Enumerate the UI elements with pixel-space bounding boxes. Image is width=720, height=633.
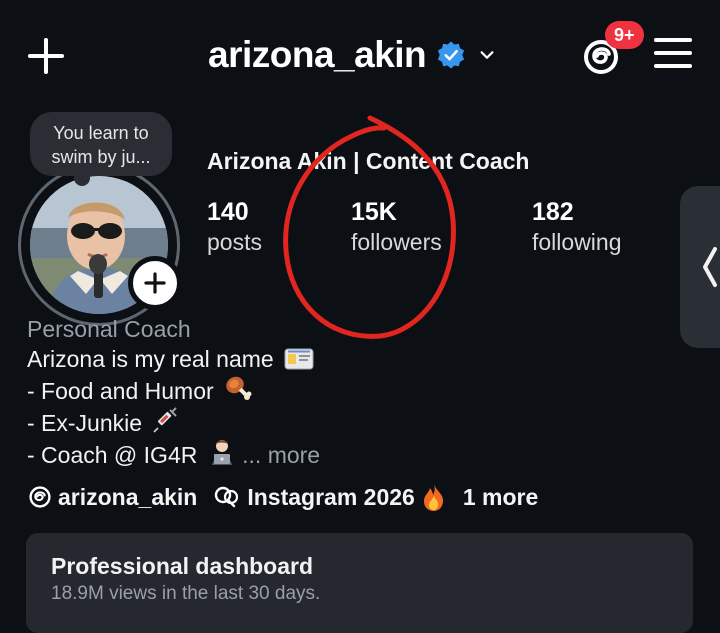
note-bubble[interactable]: You learn to swim by ju...: [30, 112, 172, 186]
followers-label: followers: [351, 229, 442, 255]
meat-on-bone-emoji-icon: [226, 376, 252, 400]
followers-stat[interactable]: 15K followers: [351, 197, 442, 257]
note-text-line2: swim by ju...: [51, 147, 151, 167]
chevron-down-icon: [480, 51, 494, 59]
posts-stat[interactable]: 140 posts: [207, 197, 262, 257]
bio-line: Arizona is my real name: [27, 344, 320, 374]
note-text-line1: You learn to: [53, 123, 149, 143]
instagram-tag-link[interactable]: Instagram 2026: [213, 482, 446, 512]
id-card-emoji-icon: [284, 348, 314, 370]
plus-icon: [144, 272, 166, 294]
bio-line: - Ex-Junkie: [27, 406, 320, 438]
top-bar: arizona_akin 9+: [0, 0, 720, 110]
profile-links-row: arizona_akin Instagram 2026 1 more: [28, 482, 538, 512]
followers-count: 15K: [351, 198, 397, 226]
dashboard-title: Professional dashboard: [51, 553, 314, 579]
threads-profile-link[interactable]: arizona_akin: [28, 484, 197, 511]
posts-count: 140: [207, 198, 249, 226]
bio-line: - Coach @ IG4R ... more: [27, 438, 320, 470]
bio-line-text: - Coach @ IG4R: [27, 442, 198, 468]
posts-label: posts: [207, 229, 262, 255]
profile-bio: Personal Coach Arizona is my real name -…: [27, 314, 320, 470]
more-links-label: 1 more: [462, 483, 539, 510]
technologist-emoji-icon: [211, 440, 232, 465]
bio-line-text: - Food and Humor: [27, 378, 214, 404]
bio-line-text: Arizona is my real name: [27, 346, 274, 372]
bio-more-link[interactable]: more: [268, 442, 320, 468]
threads-handle: arizona_akin: [58, 483, 198, 510]
verified-badge-icon: [438, 41, 465, 69]
instagram-tag-text: Instagram 2026: [247, 483, 415, 510]
following-count: 182: [532, 198, 574, 226]
create-plus-button[interactable]: [28, 38, 64, 74]
display-name: Arizona Akin | Content Coach: [207, 148, 530, 174]
bio-line-text: - Ex-Junkie: [27, 410, 143, 436]
notification-badge: 9+: [605, 21, 644, 49]
following-label: following: [532, 229, 622, 255]
professional-dashboard-card[interactable]: Professional dashboard 18.9M views in th…: [26, 533, 693, 633]
dashboard-subtitle: 18.9M views in the last 30 days.: [51, 583, 321, 604]
bio-category: Personal Coach: [27, 316, 191, 342]
more-links-button[interactable]: 1 more: [463, 484, 538, 511]
following-stat[interactable]: 182 following: [532, 197, 622, 257]
hamburger-menu-button[interactable]: [654, 38, 692, 70]
threads-icon: [29, 486, 51, 508]
chevron-left-icon: [703, 247, 717, 287]
bio-ellipsis: ...: [242, 442, 262, 468]
search-tag-icon: [215, 486, 239, 508]
syringe-emoji-icon: [153, 407, 178, 433]
side-panel-handle[interactable]: [680, 186, 720, 348]
fire-emoji-icon: [423, 484, 443, 511]
bio-line: - Food and Humor: [27, 374, 320, 406]
account-switcher[interactable]: arizona_akin: [208, 34, 496, 76]
add-story-button[interactable]: [128, 256, 182, 310]
username-title: arizona_akin: [208, 34, 427, 75]
